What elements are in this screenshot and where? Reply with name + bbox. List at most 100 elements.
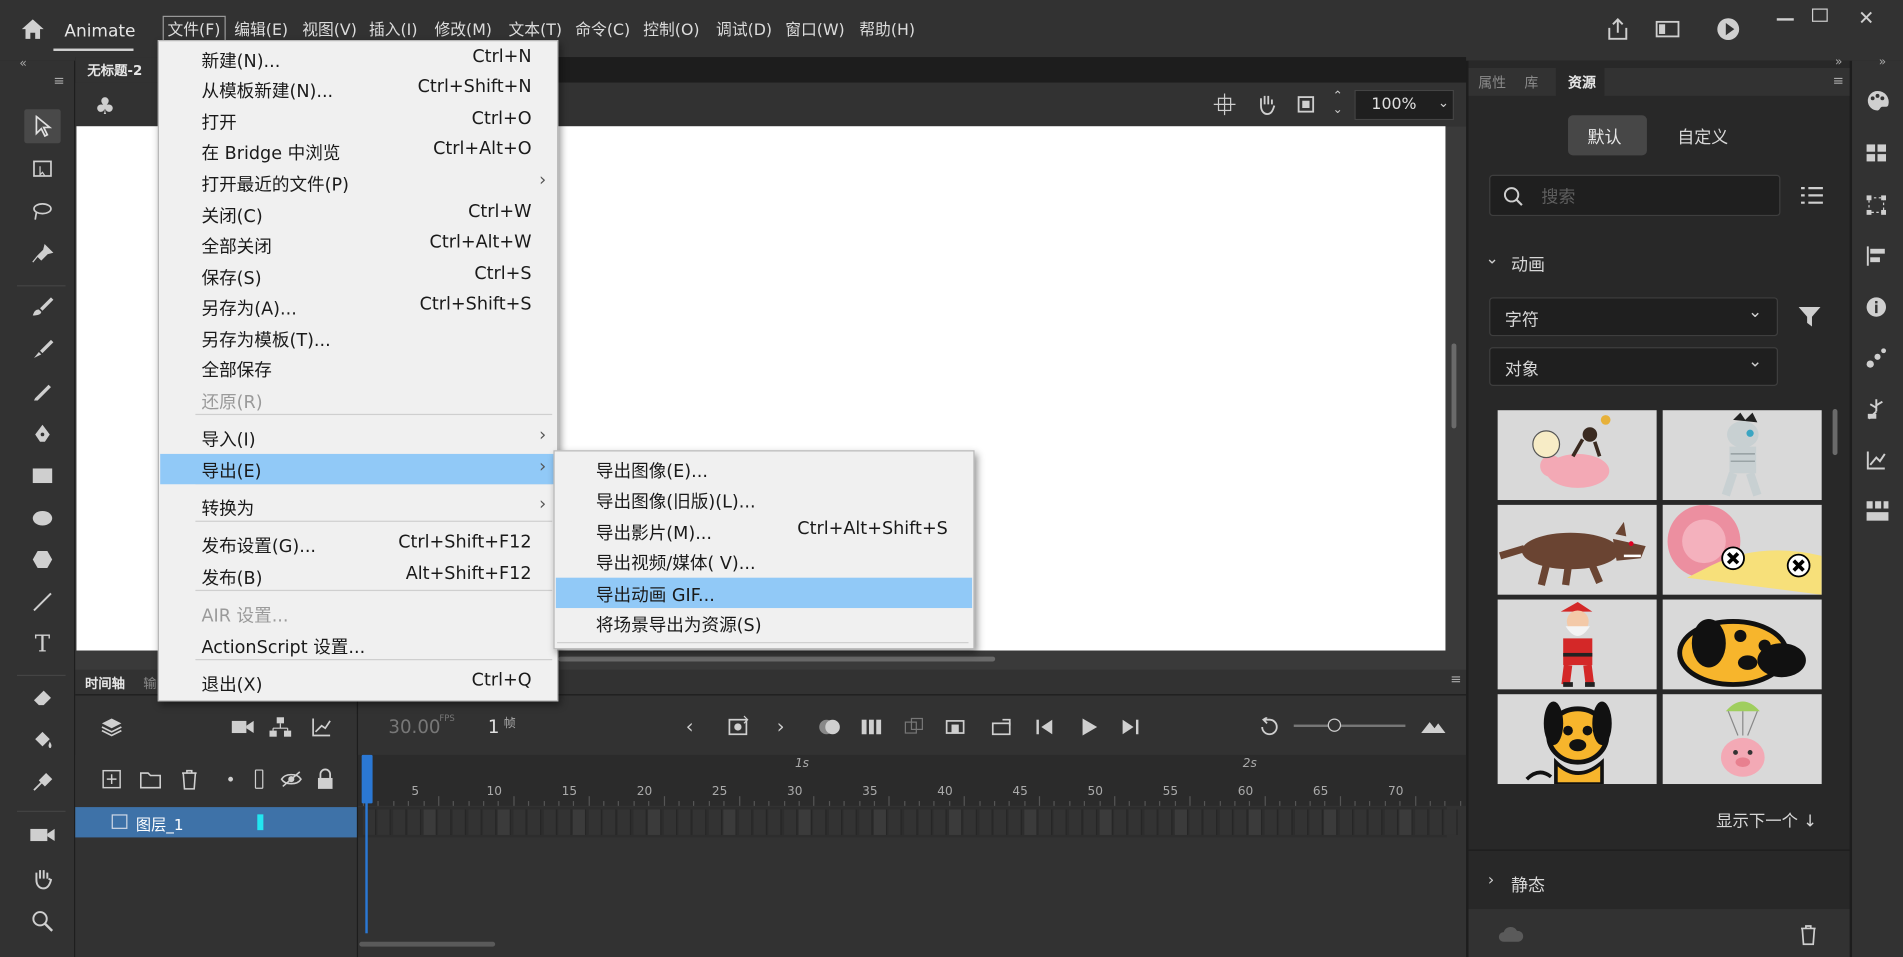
output-tab-label[interactable]: 输 <box>143 674 156 693</box>
frame-cell[interactable] <box>738 809 752 835</box>
file-menu-item-revert[interactable]: 还原(R) <box>160 385 556 415</box>
close-icon[interactable]: ✕ <box>1858 6 1874 29</box>
frame-cell[interactable] <box>513 809 527 835</box>
brush-tool-icon[interactable] <box>24 289 60 323</box>
fps-value[interactable]: 30.00 <box>388 716 440 738</box>
frame-cell[interactable] <box>483 809 497 835</box>
tools-menu-icon[interactable]: ≡ <box>53 73 64 89</box>
frame-cell[interactable] <box>1174 809 1188 835</box>
menu-file[interactable]: 文件(F) <box>162 15 226 42</box>
frame-cell[interactable] <box>633 809 647 835</box>
document-tab[interactable]: 无标题-2 <box>75 57 167 83</box>
test-movie-icon[interactable] <box>1715 16 1742 43</box>
export-menu-item-export-movie[interactable]: 导出影片(M)... Ctrl+Alt+Shift+S <box>556 516 972 546</box>
menu-view[interactable]: 视图(V) <box>302 17 357 40</box>
frame-cell[interactable] <box>663 809 677 835</box>
frame-cell[interactable] <box>1054 809 1068 835</box>
tab-library[interactable]: 库 <box>1524 73 1538 92</box>
delete-layer-icon[interactable] <box>180 768 199 790</box>
pencil-tool-icon[interactable] <box>24 374 60 408</box>
zoom-tool-icon[interactable] <box>24 904 60 938</box>
export-menu-item-export-scene-as-asset[interactable]: 将场景导出为资源(S) <box>556 608 972 638</box>
frame-cell[interactable] <box>603 809 617 835</box>
frame-cell[interactable] <box>828 809 842 835</box>
step-forward-icon[interactable] <box>1119 717 1141 736</box>
frame-cell[interactable] <box>588 809 602 835</box>
text-tool-icon[interactable]: T <box>24 627 60 661</box>
frame-cell[interactable] <box>437 809 452 835</box>
pen-tool-icon[interactable] <box>24 416 60 450</box>
frame-cell[interactable] <box>798 809 812 835</box>
frame-cell[interactable] <box>648 809 662 835</box>
frame-ruler[interactable]: 1s 2s 5 10 15 20 25 30 35 40 45 50 55 60 65 70 <box>358 754 1467 806</box>
file-menu-item-export[interactable]: 导出(E) › <box>160 453 556 485</box>
frame-cell[interactable] <box>1339 809 1353 835</box>
frame-cell[interactable] <box>468 809 482 835</box>
frame-cell[interactable] <box>1099 809 1113 835</box>
paint-bucket-tool-icon[interactable] <box>24 722 60 756</box>
stage-vertical-scrollbar[interactable] <box>1451 343 1457 429</box>
next-keyframe-icon[interactable]: › <box>777 715 785 738</box>
workspace-icon[interactable] <box>1654 19 1681 38</box>
edit-multiple-frames-icon[interactable] <box>860 717 882 736</box>
mountains-icon[interactable] <box>1420 717 1447 734</box>
menu-modify[interactable]: 修改(M) <box>434 17 491 40</box>
section-animation-header[interactable]: ⌄ 动画 <box>1486 250 1826 277</box>
lasso-tool-icon[interactable] <box>24 194 60 228</box>
type-dropdown[interactable]: 对象 ⌄ <box>1489 347 1778 386</box>
frame-cell[interactable] <box>1084 809 1098 835</box>
panel-collapse-icon[interactable]: » <box>1879 56 1886 69</box>
play-icon[interactable] <box>1078 717 1100 736</box>
motion-presets-icon[interactable] <box>1865 347 1887 369</box>
hand-rotate-icon[interactable] <box>1255 93 1277 115</box>
frame-cell[interactable] <box>963 809 978 835</box>
frame-cell[interactable] <box>1309 809 1323 835</box>
frame-cell[interactable] <box>888 809 903 835</box>
frame-cell[interactable] <box>1189 809 1203 835</box>
layer-name[interactable]: 图层_1 <box>136 812 184 835</box>
polystar-tool-icon[interactable] <box>24 543 60 577</box>
motion-editor-icon[interactable] <box>1865 449 1887 471</box>
center-frame-icon[interactable] <box>903 717 925 736</box>
frame-cell[interactable] <box>1414 809 1428 835</box>
frame-cell[interactable] <box>678 809 692 835</box>
frame-cell[interactable] <box>843 809 858 835</box>
frame-cell[interactable] <box>1038 809 1053 835</box>
app-name-tab[interactable]: Animate <box>53 10 136 51</box>
components-icon[interactable] <box>1865 398 1887 420</box>
frame-cell[interactable] <box>498 809 512 835</box>
layer-parenting-icon[interactable] <box>269 716 292 738</box>
category-dropdown[interactable]: 字符 ⌄ <box>1489 297 1778 337</box>
timeline-hscroll[interactable] <box>359 941 496 947</box>
show-next-link[interactable]: 显示下一个 ↓ <box>1716 807 1817 831</box>
frame-cell[interactable] <box>377 809 392 835</box>
frame-cell[interactable] <box>1114 809 1128 835</box>
frame-cell[interactable] <box>573 809 587 835</box>
asset-thumbnail[interactable] <box>1497 599 1657 690</box>
frame-cell[interactable] <box>392 809 407 835</box>
file-menu-item-save[interactable]: 保存(S) Ctrl+S <box>160 261 556 291</box>
timeline-tab[interactable]: 时间轴 <box>75 670 136 695</box>
default-button[interactable]: 默认 <box>1568 115 1647 156</box>
frame-cell[interactable] <box>453 809 467 835</box>
export-menu-item-export-video-media[interactable]: 导出视频/媒体( V)... <box>556 546 972 576</box>
frame-cell[interactable] <box>422 809 437 835</box>
frame-cell[interactable] <box>948 809 963 835</box>
frame-cell[interactable] <box>1008 809 1023 835</box>
frame-cell[interactable] <box>1429 809 1443 835</box>
pin-tool-icon[interactable] <box>24 237 60 271</box>
file-menu-item-save-as-template[interactable]: 另存为模板(T)... <box>160 323 556 353</box>
frame-cell[interactable] <box>873 809 888 835</box>
prev-keyframe-icon[interactable]: ‹ <box>686 715 694 738</box>
frame-cell[interactable] <box>978 809 993 835</box>
onion-skin-icon[interactable] <box>818 717 842 736</box>
export-menu-item-export-image-legacy[interactable]: 导出图像(旧版)(L)... <box>556 484 972 514</box>
frame-cell[interactable] <box>1264 809 1278 835</box>
asset-thumbnail[interactable] <box>1497 504 1657 595</box>
export-menu-item-export-image[interactable]: 导出图像(E)... <box>556 454 972 484</box>
menu-text[interactable]: 文本(T) <box>509 17 563 40</box>
menu-insert[interactable]: 插入(I) <box>369 17 418 40</box>
file-menu-item-publish-settings[interactable]: 发布设置(G)... Ctrl+Shift+F12 <box>160 529 556 559</box>
file-menu-item-convert-to[interactable]: 转换为 › <box>160 492 556 522</box>
frame-cell[interactable] <box>708 809 722 835</box>
